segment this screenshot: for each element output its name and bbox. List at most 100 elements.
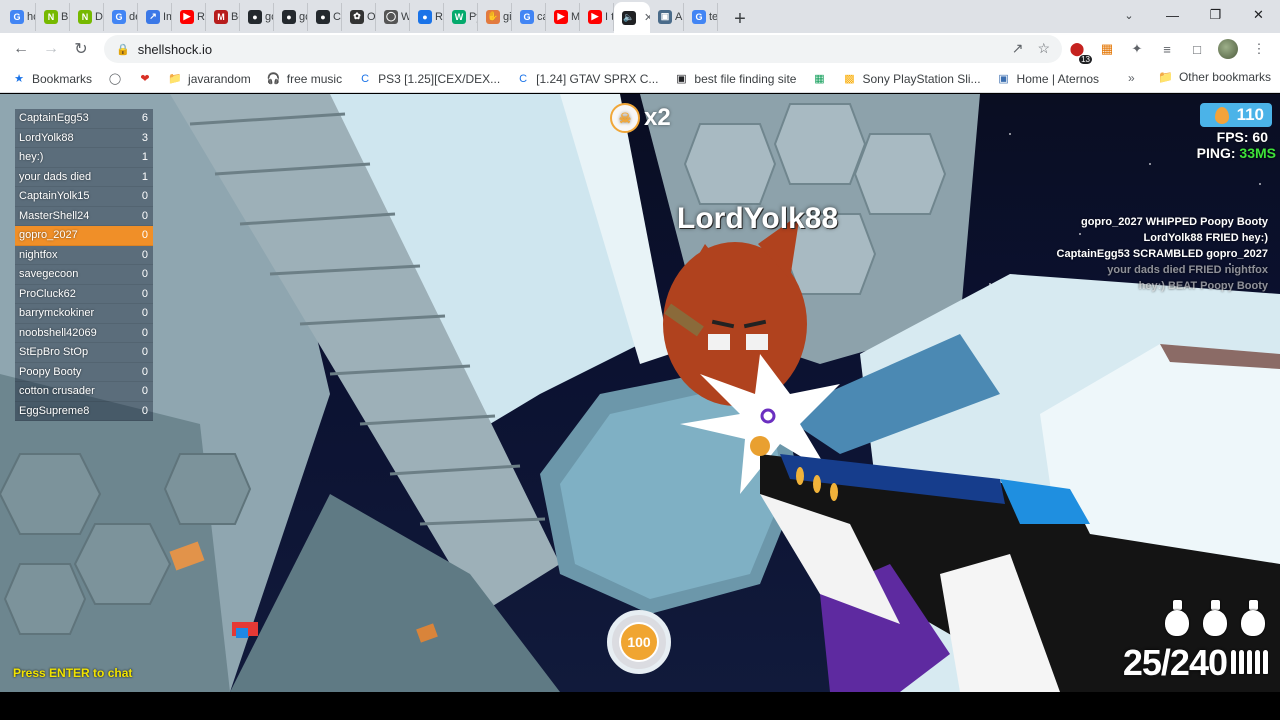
tab-16[interactable]: ▶ M bbox=[546, 2, 580, 31]
bookmark-item[interactable]: ▩ Sony PlayStation Sli... bbox=[842, 72, 980, 86]
more-bookmarks-icon[interactable]: » bbox=[1128, 71, 1135, 85]
tab-3[interactable]: Gde bbox=[104, 2, 138, 31]
scoreboard-row: barrymckokiner 0 bbox=[15, 304, 153, 324]
aternos-icon: ▣ bbox=[998, 73, 1009, 85]
share-icon[interactable]: ↗ bbox=[1012, 40, 1024, 57]
scoreboard-row: StEpBro StOp 0 bbox=[15, 343, 153, 363]
bookmark-item[interactable]: ▣ Home | Aternos bbox=[997, 72, 1099, 86]
back-button[interactable]: ← bbox=[6, 34, 36, 64]
tab-17[interactable]: ▶ I t bbox=[580, 2, 614, 31]
tab-9[interactable]: ●Cl bbox=[308, 2, 342, 31]
player-score: 0 bbox=[141, 404, 148, 417]
tab-label: Cl bbox=[333, 10, 341, 23]
kill-feed-entry: CaptainEgg53 SCRAMBLED gopro_2027 bbox=[1056, 248, 1268, 260]
player-score: 0 bbox=[141, 326, 148, 339]
forward-button[interactable]: → bbox=[36, 34, 66, 64]
kill-feed-entry: hey:) BEAT Poopy Booty bbox=[1138, 280, 1268, 292]
side-panel-icon[interactable]: □ bbox=[1188, 40, 1206, 58]
reload-button[interactable]: ↻ bbox=[66, 34, 96, 64]
player-name: savegecoon bbox=[19, 268, 79, 281]
speaker-icon: 🔈 bbox=[622, 10, 636, 25]
bookmark-item[interactable]: 🎧 free music bbox=[267, 72, 342, 86]
scoreboard-row: hey:) 1 bbox=[15, 148, 153, 168]
tab-14[interactable]: ✋ gi bbox=[478, 2, 512, 31]
tab-label: Be bbox=[231, 10, 239, 23]
skull-icon: ☠ bbox=[610, 103, 640, 133]
other-bookmarks[interactable]: 📁 Other bookmarks bbox=[1158, 70, 1271, 84]
player-score: 0 bbox=[141, 268, 148, 281]
bookmark-item[interactable]: C [1.24] GTAV SPRX C... bbox=[516, 72, 658, 86]
player-name: CaptainEgg53 bbox=[19, 112, 89, 125]
bookmark-item[interactable]: C PS3 [1.25][CEX/DEX... bbox=[358, 72, 500, 86]
puzzle-extensions-icon[interactable]: ✦ bbox=[1128, 40, 1146, 58]
tab-19[interactable]: ▣ A bbox=[650, 2, 684, 31]
github-icon: ● bbox=[248, 9, 262, 24]
tab-2[interactable]: NDc bbox=[70, 2, 104, 31]
bookmark-star-icon[interactable]: ☆ bbox=[1037, 40, 1050, 57]
game-viewport[interactable]: CaptainEgg53 6 LordYolk88 3 hey:) 1 your dads … bbox=[0, 94, 1280, 692]
tab-10[interactable]: ✿Op bbox=[342, 2, 376, 31]
scoreboard-row: gopro_2027 0 bbox=[15, 226, 153, 246]
player-score: 0 bbox=[141, 307, 148, 320]
tab-6[interactable]: MBe bbox=[206, 2, 240, 31]
tab-13[interactable]: WPy bbox=[444, 2, 478, 31]
tab-18[interactable]: 🔈 ✕ bbox=[614, 2, 650, 33]
google-icon: G bbox=[10, 9, 24, 24]
player-name: your dads died bbox=[19, 170, 92, 183]
tab-7[interactable]: ●gc bbox=[240, 2, 274, 31]
bookmark-item[interactable]: ❤ bbox=[138, 72, 152, 86]
bottom-bar bbox=[0, 692, 1280, 720]
close-window-button[interactable]: ✕ bbox=[1237, 0, 1280, 30]
health-indicator: 100 bbox=[607, 610, 671, 674]
new-tab-button[interactable]: + bbox=[726, 5, 754, 33]
address-bar[interactable]: 🔒 shellshock.io ↗ ☆ bbox=[104, 35, 1062, 63]
extension-badge: 13 bbox=[1079, 55, 1092, 64]
egg-balance-button[interactable]: 110 bbox=[1200, 103, 1272, 127]
player-score: 0 bbox=[141, 385, 148, 398]
kill-streak-count: x2 bbox=[644, 104, 671, 131]
menu-icon[interactable]: ⋮ bbox=[1250, 40, 1268, 58]
kill-feed-entry: LordYolk88 FRIED hey:) bbox=[1143, 232, 1268, 244]
ping-value: 33MS bbox=[1239, 145, 1276, 161]
bookmark-item[interactable]: ◯ bbox=[108, 72, 122, 86]
player-score: 0 bbox=[141, 209, 148, 222]
globe-icon: ◯ bbox=[384, 9, 398, 24]
grenade-icon bbox=[1238, 598, 1266, 636]
kill-feed: gopro_2027 WHIPPED Poopy Booty LordYolk88… bbox=[1057, 214, 1268, 294]
health-value: 100 bbox=[619, 622, 659, 662]
kill-streak: ☠ x2 bbox=[610, 103, 671, 133]
tab-5[interactable]: ▶Ru bbox=[172, 2, 206, 31]
tab-0[interactable]: Ghc bbox=[2, 2, 36, 31]
player-name: gopro_2027 bbox=[19, 229, 78, 242]
scoreboard-row: LordYolk88 3 bbox=[15, 128, 153, 148]
profile-avatar[interactable] bbox=[1218, 39, 1238, 59]
bookmark-item[interactable]: ★ Bookmarks bbox=[12, 72, 92, 86]
tab-15[interactable]: Gca bbox=[512, 2, 546, 31]
player-score: 1 bbox=[141, 170, 148, 183]
tab-label: Dc bbox=[95, 10, 103, 23]
egg-balance: 110 bbox=[1236, 105, 1264, 124]
tab-4[interactable]: ↗Im bbox=[138, 2, 172, 31]
tab-label: de bbox=[129, 10, 137, 23]
image-icon: ▣ bbox=[658, 9, 672, 24]
hand-icon: ✋ bbox=[486, 9, 500, 24]
tab-12[interactable]: ●Re bbox=[410, 2, 444, 31]
player-name: hey:) bbox=[19, 151, 44, 164]
bookmark-item[interactable]: ▣ best file finding site bbox=[674, 72, 796, 86]
bookmark-label: Sony PlayStation Sli... bbox=[862, 71, 981, 86]
restore-button[interactable]: ❐ bbox=[1194, 0, 1237, 30]
bookmark-item[interactable]: ▦ bbox=[812, 72, 826, 86]
tab-1[interactable]: NBu bbox=[36, 2, 70, 31]
tab-search-icon[interactable]: ⌄ bbox=[1118, 4, 1140, 26]
scoreboard-row: MasterShell24 0 bbox=[15, 206, 153, 226]
adblock-extension-icon[interactable]: ⬤ 13 bbox=[1068, 40, 1092, 64]
tab-20[interactable]: Gte bbox=[684, 2, 718, 31]
minimize-button[interactable]: — bbox=[1151, 0, 1194, 30]
player-score: 0 bbox=[141, 229, 148, 242]
nvidia-icon: N bbox=[78, 9, 92, 24]
tab-8[interactable]: ●gc bbox=[274, 2, 308, 31]
bookmark-item[interactable]: 📁 javarandom bbox=[168, 72, 251, 86]
extension-icon[interactable]: ▦ bbox=[1098, 40, 1116, 58]
tab-11[interactable]: ◯W bbox=[376, 2, 410, 31]
media-queue-icon[interactable]: ≡ bbox=[1158, 40, 1176, 58]
